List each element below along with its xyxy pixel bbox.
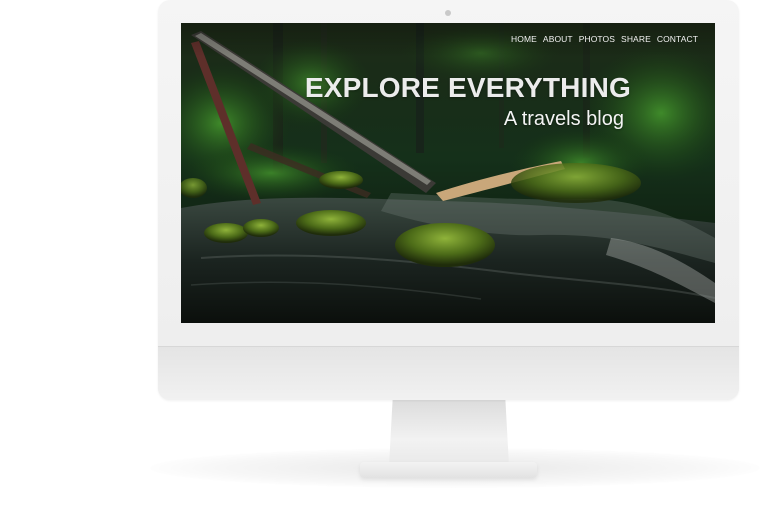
website-screen: HOME ABOUT PHOTOS SHARE CONTACT EXPLORE … xyxy=(181,23,715,323)
monitor-chin xyxy=(158,346,739,400)
imac-monitor: HOME ABOUT PHOTOS SHARE CONTACT EXPLORE … xyxy=(158,0,739,400)
monitor-stand-foot xyxy=(360,462,537,478)
nav-home-link[interactable]: HOME xyxy=(511,34,537,44)
nav-contact-link[interactable]: CONTACT xyxy=(657,34,698,44)
nav-about-link[interactable]: ABOUT xyxy=(543,34,573,44)
monitor-stand-neck xyxy=(389,400,509,466)
forest-stream-hero-image xyxy=(181,23,715,323)
nav-share-link[interactable]: SHARE xyxy=(621,34,651,44)
mockup-stage: HOME ABOUT PHOTOS SHARE CONTACT EXPLORE … xyxy=(0,0,768,506)
monitor-chin-divider xyxy=(158,346,739,347)
hero-title: EXPLORE EVERYTHING xyxy=(304,72,631,103)
camera-icon xyxy=(445,10,451,16)
hero-subtitle: A travels blog xyxy=(503,108,624,130)
site-nav: HOME ABOUT PHOTOS SHARE CONTACT xyxy=(511,34,698,44)
nav-photos-link[interactable]: PHOTOS xyxy=(579,34,615,44)
